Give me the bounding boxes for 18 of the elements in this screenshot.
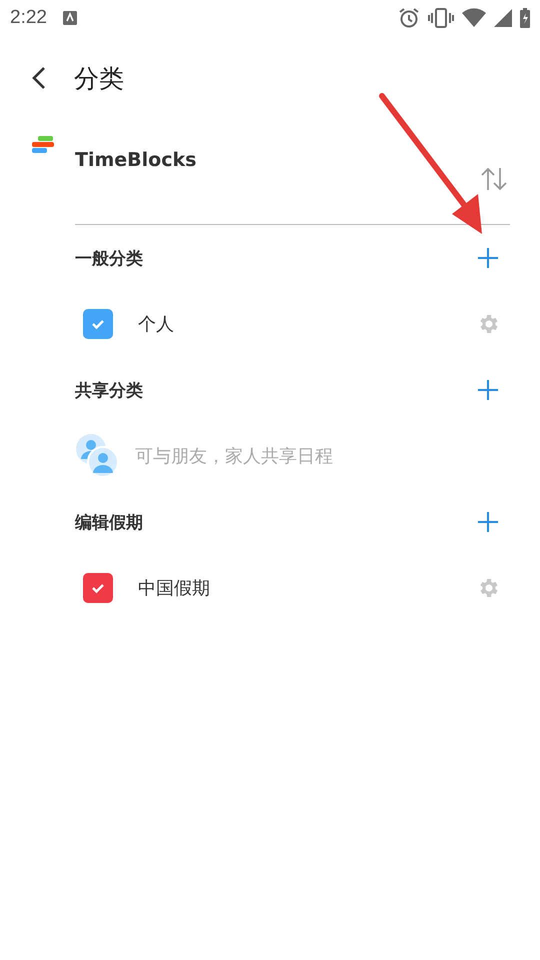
signal-icon: [494, 9, 512, 27]
keyboard-notification-icon: [62, 11, 77, 25]
account-name: TimeBlocks: [75, 149, 196, 171]
vibrate-icon: [428, 8, 454, 28]
battery-icon: [520, 8, 530, 28]
status-time: 2:22: [10, 7, 47, 29]
wifi-icon: [462, 8, 486, 28]
checkbox[interactable]: [83, 309, 113, 339]
category-label: 个人: [138, 313, 174, 336]
checkbox[interactable]: [83, 573, 113, 603]
category-label: 中国假期: [138, 577, 210, 600]
section-title: 编辑假期: [75, 512, 143, 534]
share-hint: 可与朋友，家人共享日程: [135, 445, 333, 468]
app-logo-icon: [32, 136, 54, 154]
page-title: 分类: [74, 62, 124, 94]
section-title: 一般分类: [75, 248, 143, 270]
alarm-icon: [398, 7, 420, 29]
section-title: 共享分类: [75, 380, 143, 402]
